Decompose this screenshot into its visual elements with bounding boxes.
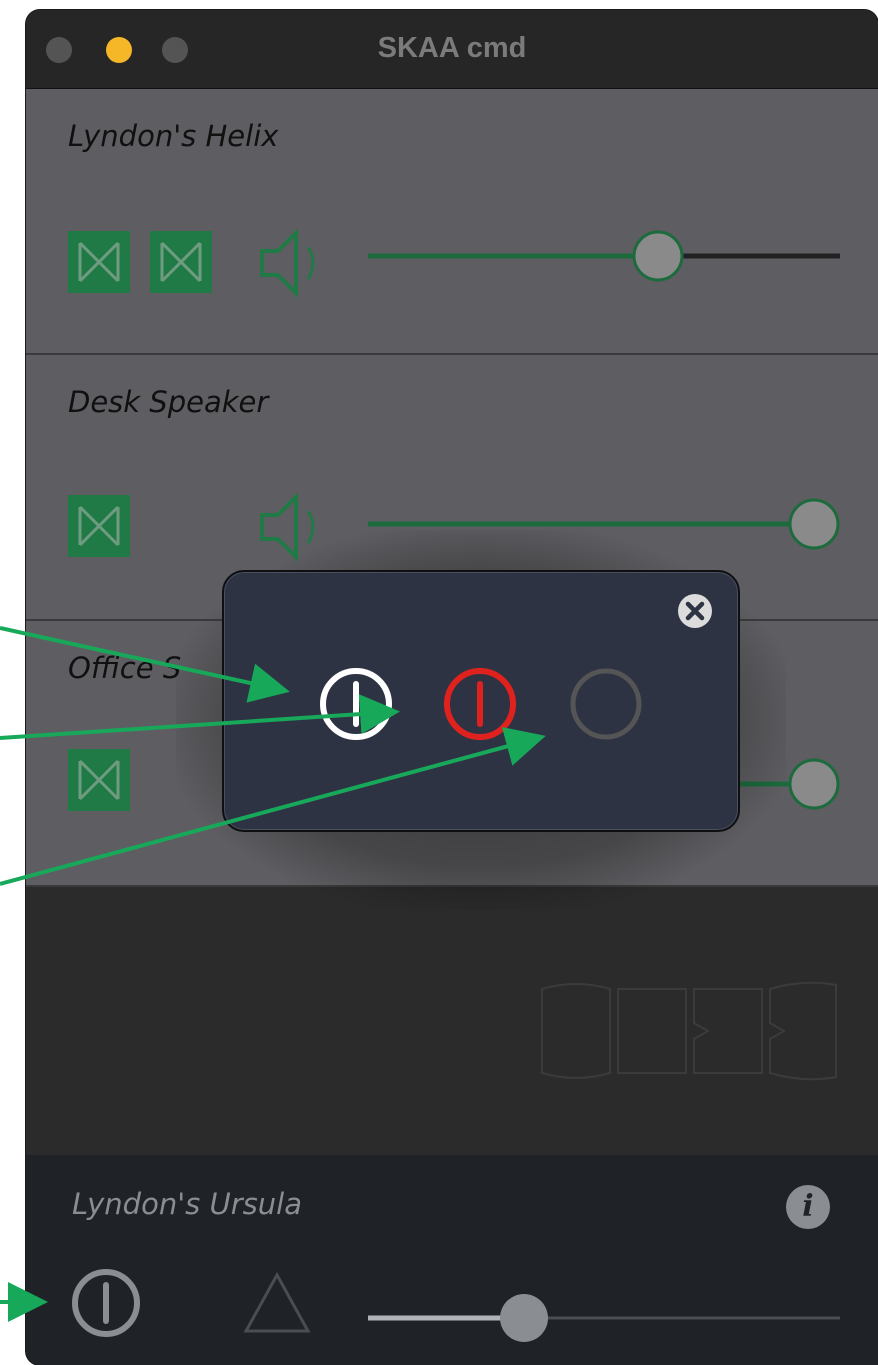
speaker-name: Desk Speaker (68, 385, 269, 419)
transmitter-volume-slider[interactable] (366, 1291, 846, 1345)
volume-slider-1[interactable] (366, 229, 846, 283)
app-window: SKAA cmd Lyndon's Helix Desk Speaker Off… (26, 10, 878, 1365)
power-icon[interactable] (66, 1263, 146, 1343)
channel-mono-icon[interactable] (68, 749, 130, 811)
channel-right-icon[interactable] (150, 231, 212, 293)
channel-mono-icon[interactable] (68, 495, 130, 557)
power-popup (222, 570, 740, 832)
triangle-icon (243, 1271, 311, 1333)
title-bar: SKAA cmd (26, 10, 878, 89)
channel-left-icon[interactable] (68, 231, 130, 293)
window-title: SKAA cmd (377, 32, 527, 64)
speaker-volume-icon[interactable] (254, 223, 326, 303)
transmitter-bar: Lyndon's Ursula i (26, 1155, 878, 1365)
power-on-button[interactable] (316, 664, 396, 744)
speaker-name: Lyndon's Helix (68, 119, 279, 153)
disconnect-ring-button[interactable] (566, 664, 646, 744)
info-icon[interactable]: i (786, 1185, 830, 1229)
skaa-logo-icon (541, 981, 837, 1081)
empty-area (26, 887, 878, 1154)
power-off-button[interactable] (440, 664, 520, 744)
transmitter-name: Lyndon's Ursula (72, 1187, 302, 1221)
speaker-name: Office S (68, 651, 182, 685)
speaker-panel-1: Lyndon's Helix (26, 89, 878, 355)
close-circle-icon[interactable] (676, 592, 714, 630)
